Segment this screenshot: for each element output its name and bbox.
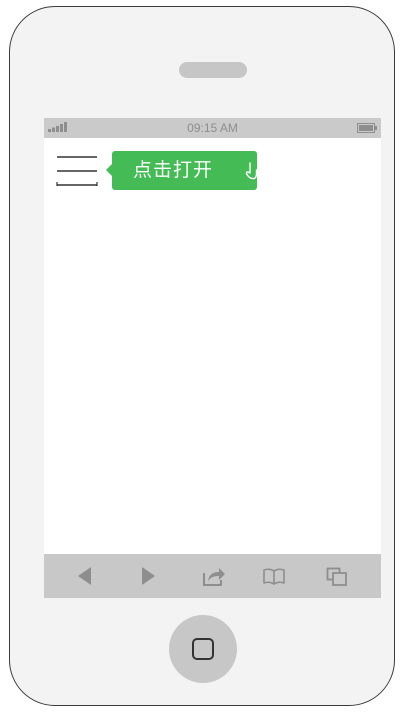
tabs-icon[interactable]	[325, 565, 349, 587]
home-button[interactable]	[169, 615, 237, 683]
phone-screen: 09:15 AM 点击打开	[44, 118, 381, 598]
earpiece-speaker	[179, 62, 247, 78]
status-time: 09:15 AM	[187, 121, 238, 135]
home-square-icon	[192, 638, 214, 660]
tap-hand-icon	[245, 162, 257, 180]
phone-frame: 09:15 AM 点击打开	[9, 6, 395, 706]
status-bar: 09:15 AM	[44, 118, 381, 138]
click-to-open-tooltip[interactable]: 点击打开	[106, 151, 257, 190]
browser-toolbar	[44, 554, 381, 598]
forward-arrow-icon[interactable]	[136, 565, 160, 587]
battery-icon	[357, 123, 377, 133]
share-icon[interactable]	[202, 565, 226, 587]
hamburger-menu-icon[interactable]	[56, 155, 98, 187]
tooltip-label: 点击打开	[133, 159, 214, 181]
book-icon[interactable]	[262, 565, 286, 587]
back-arrow-icon[interactable]	[73, 565, 97, 587]
page-content: 点击打开	[44, 138, 381, 554]
